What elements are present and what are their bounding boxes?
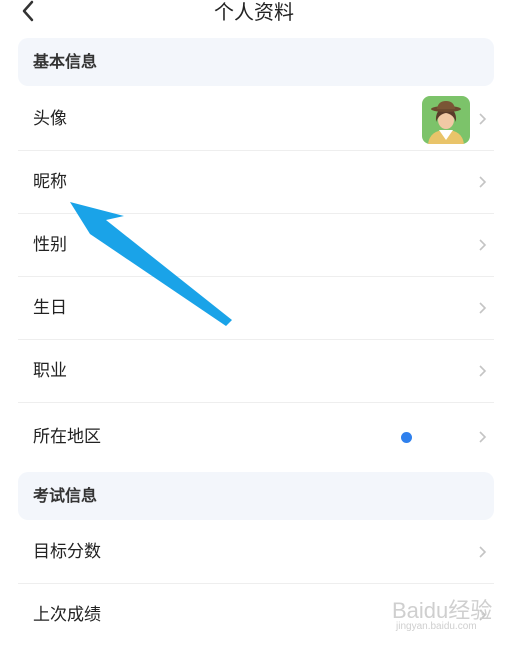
gender-row[interactable]: 性别 [18,214,494,277]
avatar-label: 头像 [33,109,67,129]
avatar[interactable] [422,96,470,144]
chevron-right-icon [479,431,487,443]
chevron-right-icon [479,546,487,558]
chevron-right-icon [479,239,487,251]
chevron-right-icon [479,113,487,125]
chevron-right-icon [479,302,487,314]
avatar-row[interactable]: 头像 [18,88,494,151]
nickname-label: 昵称 [33,172,67,192]
watermark: Baidu经验 jingyan.baidu.com [388,585,504,637]
region-label: 所在地区 [33,427,101,447]
birthday-label: 生日 [33,298,67,318]
birthday-row[interactable]: 生日 [18,277,494,340]
last-score-label: 上次成绩 [33,605,101,625]
section-title: 基本信息 [33,52,98,71]
nickname-row[interactable]: 昵称 [18,151,494,214]
occupation-label: 职业 [33,361,67,381]
region-row[interactable]: 所在地区 [18,406,494,469]
location-dot-icon [401,432,412,443]
watermark-sub: jingyan.baidu.com [396,621,477,632]
target-score-label: 目标分数 [33,542,101,562]
page-title: 个人资料 [214,0,294,24]
occupation-row[interactable]: 职业 [18,340,494,403]
target-score-row[interactable]: 目标分数 [18,521,494,584]
section-header-exam-info: 考试信息 [18,472,494,520]
section-title: 考试信息 [33,486,98,505]
top-bar: 个人资料 [0,0,508,30]
section-header-basic-info: 基本信息 [18,38,494,86]
gender-label: 性别 [33,235,67,255]
chevron-right-icon [479,365,487,377]
chevron-right-icon [479,176,487,188]
